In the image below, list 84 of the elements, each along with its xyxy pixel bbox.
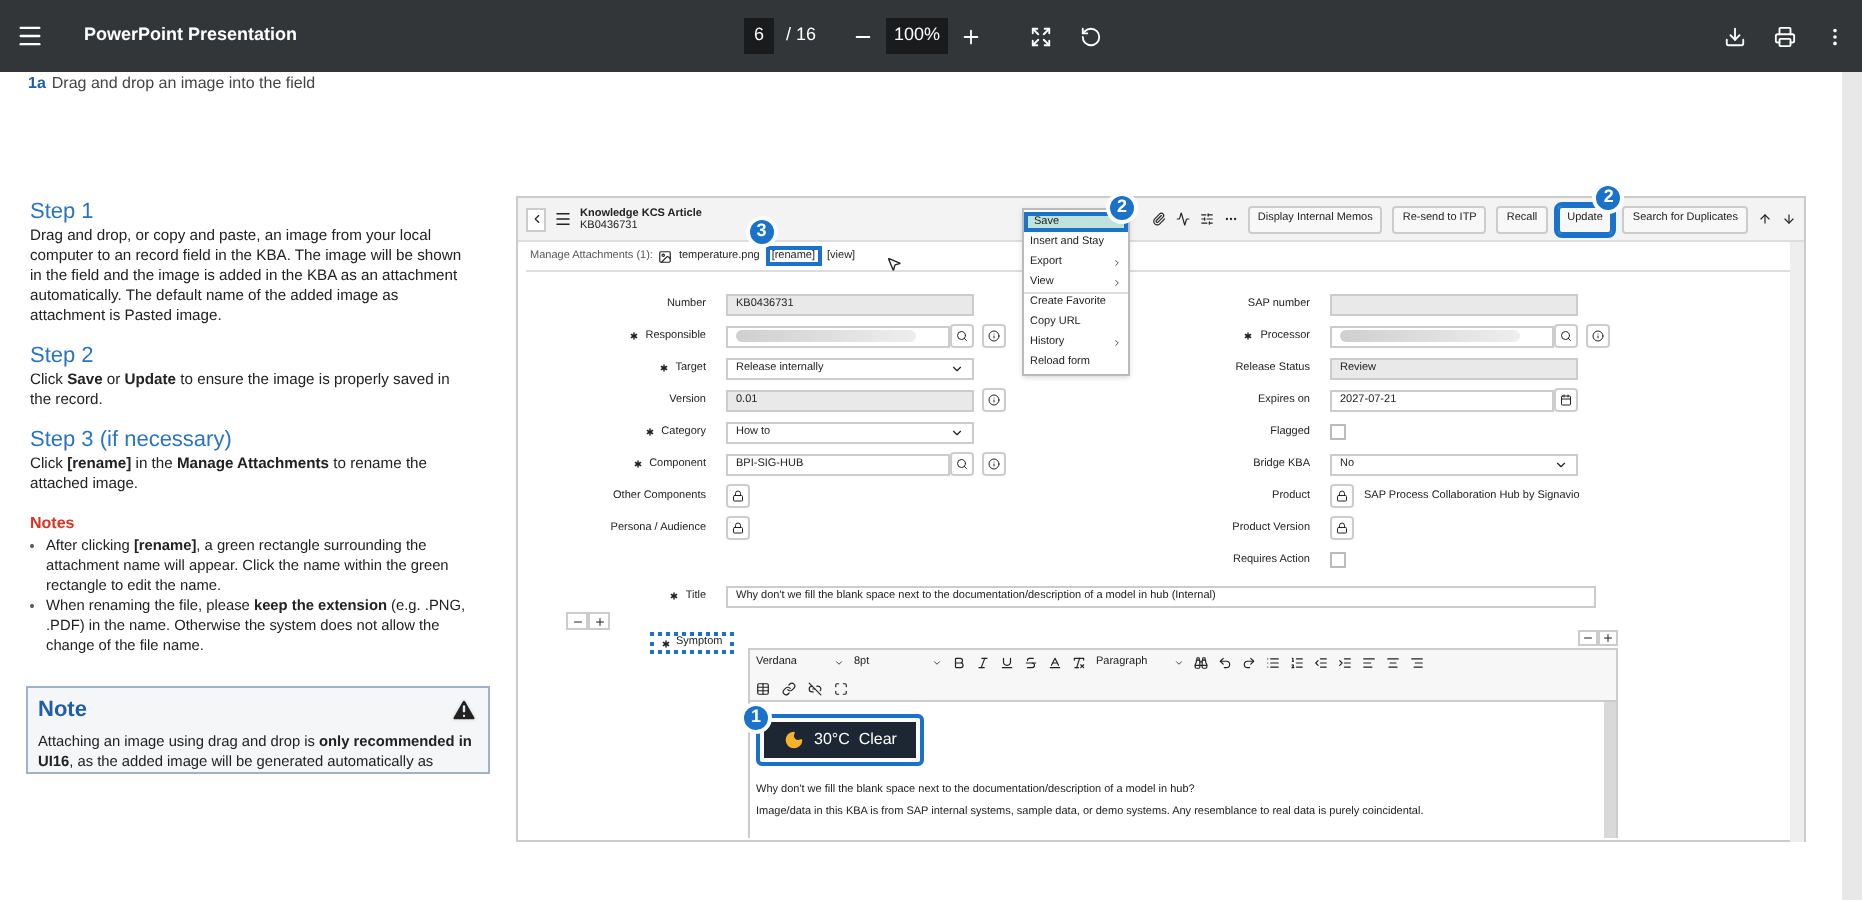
search-icon[interactable]	[950, 452, 974, 476]
unlink-icon[interactable]	[808, 681, 822, 695]
arrow-up-icon[interactable]	[1758, 212, 1772, 226]
undo-icon[interactable]	[1218, 656, 1232, 670]
chevron-down-icon	[932, 658, 942, 668]
mouse-cursor-icon	[885, 256, 902, 272]
step-title: Step 1	[30, 200, 96, 226]
menu-icon[interactable]	[554, 210, 572, 228]
info-icon[interactable]	[1586, 324, 1610, 348]
indent-icon[interactable]	[1338, 656, 1352, 670]
outdent-icon[interactable]	[1314, 656, 1328, 670]
notes-title: Notes	[30, 512, 77, 536]
text-color-icon[interactable]	[1048, 656, 1062, 670]
lookup-field[interactable]	[726, 325, 950, 347]
collapse-button[interactable]	[566, 612, 588, 630]
chevron-down-icon	[950, 361, 964, 375]
sliders-icon[interactable]	[1199, 212, 1214, 226]
moon-icon	[784, 730, 804, 750]
callout-number-badge: 2	[1106, 192, 1138, 224]
chevron-down-icon	[834, 658, 844, 668]
expand-button[interactable]	[1598, 630, 1618, 646]
numbered-list-icon[interactable]	[1290, 656, 1304, 670]
align-center-icon[interactable]	[1386, 656, 1400, 670]
section-heading: Drag and drop an image into the field	[51, 72, 316, 96]
weather-widget: 30°C Clear	[764, 722, 917, 758]
chevron-down-icon	[950, 425, 964, 439]
collapse-button[interactable]	[1578, 630, 1598, 646]
lock-icon[interactable]	[1330, 484, 1354, 508]
document-title: PowerPoint Presentation	[84, 22, 300, 49]
expand-button[interactable]	[588, 612, 610, 630]
print-icon[interactable]	[1774, 25, 1796, 47]
arrow-down-icon[interactable]	[1782, 212, 1796, 226]
underline-icon[interactable]	[1000, 656, 1014, 670]
note-title: Note	[38, 696, 87, 726]
strikethrough-icon[interactable]	[1024, 656, 1038, 670]
chevron-down-icon	[1554, 457, 1568, 471]
link-icon[interactable]	[782, 681, 796, 695]
step-title: Step 2	[30, 344, 96, 370]
clear-format-icon[interactable]	[1072, 656, 1086, 670]
page-count: / 16	[786, 22, 817, 49]
more-icon[interactable]	[1223, 212, 1238, 226]
back-icon[interactable]	[526, 207, 546, 231]
lock-icon[interactable]	[1330, 516, 1354, 540]
section-number: 1a	[28, 72, 46, 96]
plus-icon	[1602, 632, 1614, 644]
callout-number-badge: 1	[740, 702, 772, 734]
info-icon[interactable]	[982, 324, 1006, 348]
binoculars-icon[interactable]	[1194, 656, 1208, 670]
search-icon[interactable]	[1554, 324, 1578, 348]
minus-icon	[1582, 632, 1594, 644]
rotate-icon[interactable]	[1080, 25, 1103, 47]
align-right-icon[interactable]	[1410, 656, 1424, 670]
menu-icon[interactable]	[16, 22, 44, 50]
checkbox[interactable]	[1330, 424, 1346, 440]
scrollbar	[1604, 702, 1616, 838]
info-icon[interactable]	[982, 388, 1006, 412]
redo-icon[interactable]	[1242, 656, 1256, 670]
minus-icon	[571, 615, 583, 627]
plus-icon	[593, 615, 605, 627]
fit-page-icon[interactable]	[1030, 25, 1053, 47]
italic-icon[interactable]	[976, 656, 990, 670]
image-icon	[658, 249, 673, 263]
page-number-field[interactable]: 6	[744, 18, 775, 54]
fullscreen-icon[interactable]	[834, 681, 848, 695]
search-icon[interactable]	[950, 324, 974, 348]
paperclip-icon[interactable]	[1151, 212, 1166, 226]
lock-icon[interactable]	[726, 516, 750, 540]
calendar-icon[interactable]	[1554, 388, 1578, 412]
download-icon[interactable]	[1724, 25, 1746, 47]
step-title: Step 3 (if necessary)	[30, 428, 234, 454]
lookup-field[interactable]	[1330, 325, 1554, 347]
zoom-field[interactable]: 100%	[886, 18, 949, 54]
checkbox[interactable]	[1330, 552, 1346, 568]
chevron-down-icon	[1174, 658, 1184, 668]
callout-number-badge: 2	[1592, 181, 1625, 213]
lock-icon[interactable]	[726, 484, 750, 508]
warning-icon	[450, 696, 478, 725]
bullet-list-icon[interactable]	[1266, 656, 1280, 670]
zoom-in-icon[interactable]	[960, 25, 983, 47]
activity-icon[interactable]	[1175, 212, 1190, 226]
bold-icon[interactable]	[952, 656, 966, 670]
info-icon[interactable]	[982, 452, 1006, 476]
align-left-icon[interactable]	[1362, 656, 1376, 670]
table-icon[interactable]	[756, 681, 770, 695]
